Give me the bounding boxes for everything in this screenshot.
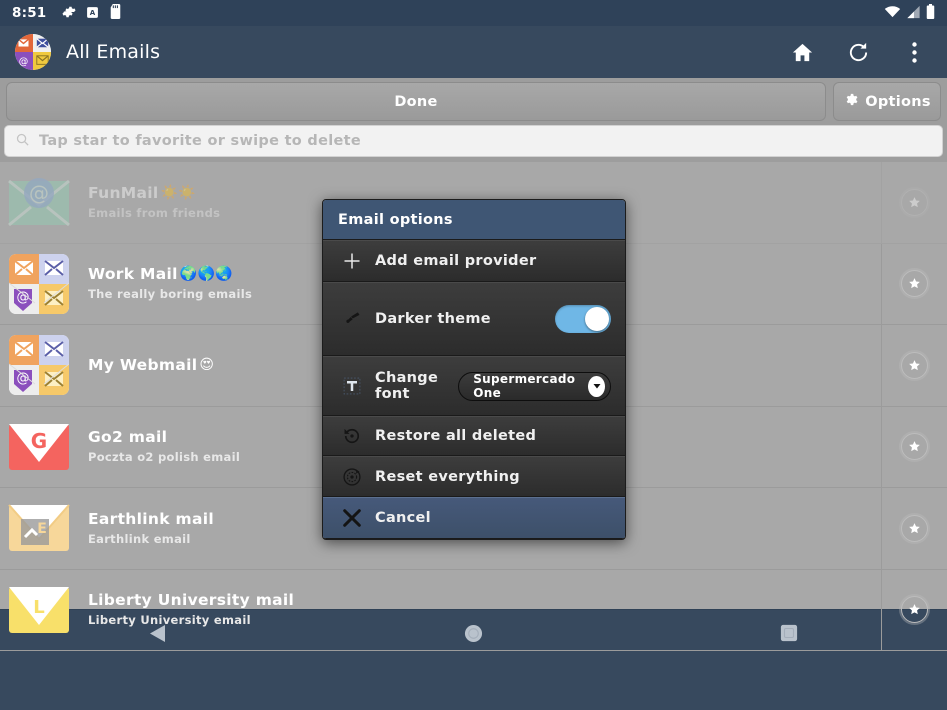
chevron-down-icon [588,375,605,397]
dialog-panel: Email options Add email provider Darker … [322,199,626,540]
wifi-icon [884,4,901,23]
app-screen: 8:51 A @ All Emails Done Options Tap sta… [0,0,947,710]
star-icon[interactable] [901,433,928,461]
status-bar: 8:51 A [0,0,947,26]
list-item-emoji: 🌍🌎🌏 [179,266,233,283]
star-icon[interactable] [901,270,928,298]
text-cursor-icon [335,376,369,396]
svg-text:A: A [90,8,96,17]
reset-everything-label: Reset everything [375,468,520,485]
email-options-dialog: Email options Add email provider Darker … [322,199,626,540]
list-item-subtitle: Liberty University email [88,613,251,628]
cancel-label: Cancel [375,510,431,526]
gear-icon [843,92,858,111]
app-bar-actions [789,39,933,65]
darker-theme-label: Darker theme [375,311,491,327]
g-envelope-icon: G [0,418,78,476]
list-item-title-text: FunMail [88,183,159,202]
reset-everything-item[interactable]: Reset everything [323,456,625,497]
cancel-item[interactable]: Cancel [323,497,625,539]
restore-icon [335,426,369,446]
hint-bar: Tap star to favorite or swipe to delete [0,125,947,162]
star-icon[interactable] [901,351,928,379]
gear-icon [62,4,76,23]
hint-bar-inner[interactable]: Tap star to favorite or swipe to delete [4,125,943,157]
paint-roller-icon [335,309,369,329]
star-cell [881,406,947,487]
star-icon[interactable] [901,188,928,216]
list-item-subtitle: Emails from friends [88,205,221,220]
list-item-emoji: ☀️☀️ [160,184,196,201]
star-cell [881,243,947,324]
font-select-value: Supermercado One [473,372,576,400]
options-button-label: Options [865,93,931,110]
list-item[interactable]: L Liberty University mail Liberty Univer… [0,569,947,651]
list-item-text: Liberty University mail Liberty Universi… [78,591,881,628]
close-icon [335,507,369,529]
done-button[interactable]: Done [6,82,826,121]
a-badge-icon: A [86,4,99,23]
dialog-header: Email options [323,200,625,240]
battery-icon [926,3,935,23]
home-icon[interactable] [789,39,815,65]
svg-text:L: L [33,597,44,618]
liberty-envelope-icon: L [0,581,78,639]
star-icon[interactable] [901,514,928,542]
list-item-title-text: Go2 mail [88,428,168,447]
add-email-provider-label: Add email provider [375,253,537,269]
star-cell [881,325,947,406]
list-item-subtitle: Earthlink email [88,531,191,546]
list-item-title-text: Liberty University mail [88,591,295,610]
svg-text:@: @ [19,56,29,67]
svg-text:G: G [31,429,47,453]
list-item-title-text: Work Mail [88,265,178,284]
overflow-menu-icon[interactable] [901,39,927,65]
app-bar: @ All Emails [0,26,947,78]
star-cell [881,569,947,650]
change-font-item[interactable]: Change font Supermercado One [323,356,625,416]
hint-text: Tap star to favorite or swipe to delete [39,133,362,149]
done-button-label: Done [394,93,438,110]
list-item-title-text: My Webmail [88,356,198,375]
search-icon [15,132,30,151]
list-item-emoji: 😍 [199,357,215,374]
mail-mosaic-icon: @ [0,334,78,396]
restore-all-deleted-label: Restore all deleted [375,428,537,444]
status-left-icons: A [62,3,122,23]
options-button[interactable]: Options [833,82,941,121]
signal-icon [906,4,921,23]
earthlink-envelope-icon: E [0,499,78,557]
mail-mosaic-icon: @ [0,253,78,315]
list-item-title-text: Earthlink mail [88,509,214,528]
svg-text:E: E [37,521,47,537]
list-item-subtitle: The really boring emails [88,287,253,302]
change-font-label: Change font [375,370,439,402]
action-toolbar: Done Options [0,78,947,125]
font-select-dropdown[interactable]: Supermercado One [458,371,611,401]
svg-text:@: @ [29,181,49,205]
status-time: 8:51 [12,5,47,21]
star-cell [881,488,947,569]
list-item-title: Liberty University mail [88,591,881,609]
toggle-knob [585,307,609,331]
plus-icon [335,251,369,271]
envelope-at-icon: @ [0,173,78,231]
restore-all-deleted-item[interactable]: Restore all deleted [323,416,625,456]
add-email-provider-item[interactable]: Add email provider [323,240,625,282]
status-right-icons [884,3,935,23]
list-item-subtitle: Poczta o2 polish email [88,450,241,465]
reset-icon [335,467,369,487]
all-emails-logo: @ [14,33,52,71]
star-icon[interactable] [901,596,928,624]
darker-theme-toggle[interactable] [555,305,611,333]
star-cell [881,162,947,243]
darker-theme-item[interactable]: Darker theme [323,282,625,356]
dialog-title: Email options [338,211,453,228]
sd-card-icon [109,3,122,23]
page-title: All Emails [66,41,161,63]
refresh-icon[interactable] [845,39,871,65]
